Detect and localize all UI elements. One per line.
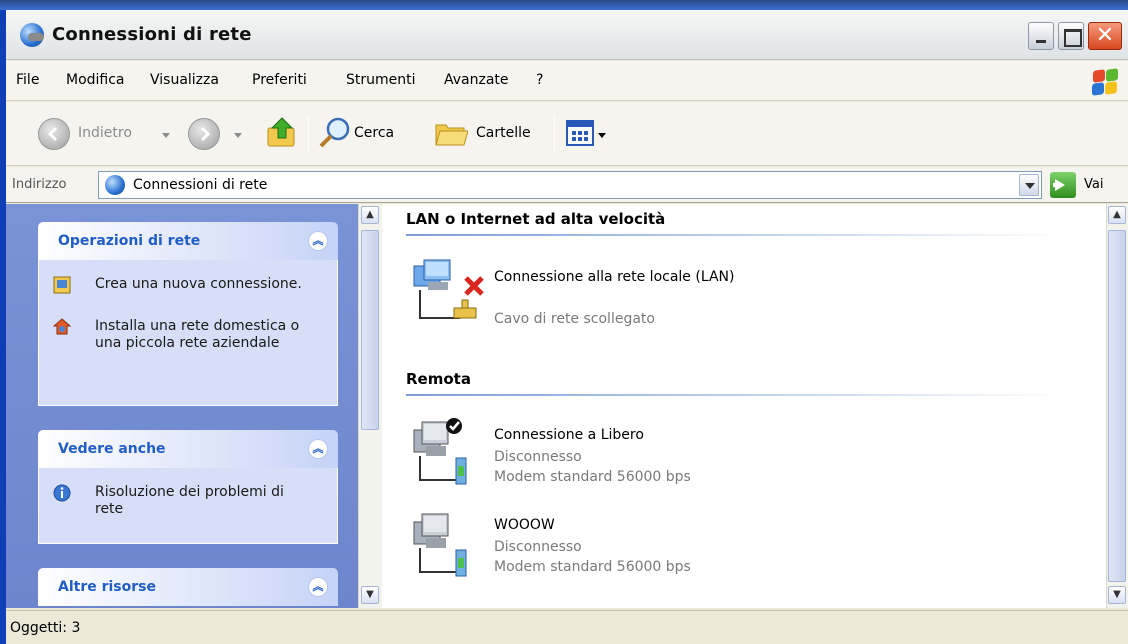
network-connections-icon bbox=[105, 175, 125, 195]
connection-device: Modem standard 56000 bps bbox=[494, 559, 691, 575]
close-icon: ✕ bbox=[1095, 23, 1115, 48]
connection-status: Disconnesso bbox=[494, 449, 582, 465]
group-header-remote: Remota bbox=[406, 370, 471, 388]
lan-disconnected-icon bbox=[413, 259, 484, 319]
search-icon[interactable] bbox=[318, 116, 352, 150]
task-create-connection[interactable]: Crea una nuova connessione. bbox=[95, 276, 325, 293]
scroll-thumb[interactable] bbox=[1108, 230, 1126, 582]
connection-status: Cavo di rete scollegato bbox=[494, 311, 655, 327]
menu-file[interactable]: File bbox=[16, 72, 39, 88]
panel-network-tasks: Operazioni di rete ︽ Crea una nuova conn… bbox=[38, 222, 338, 406]
views-dropdown-icon[interactable] bbox=[598, 133, 606, 138]
folders-button[interactable]: Cartelle bbox=[476, 125, 531, 141]
menu-preferiti[interactable]: Preferiti bbox=[252, 72, 307, 88]
connection-name: Connessione a Libero bbox=[494, 427, 644, 443]
status-text: Oggetti: 3 bbox=[10, 620, 81, 636]
toolbar-separator bbox=[308, 116, 309, 152]
scroll-down-icon[interactable]: ▼ bbox=[1108, 586, 1126, 604]
connection-name: WOOOW bbox=[494, 517, 555, 533]
home-network-icon bbox=[53, 318, 71, 335]
content-scrollbar[interactable]: ▲ ▼ bbox=[1106, 204, 1128, 608]
group-header-lan: LAN o Internet ad alta velocità bbox=[406, 210, 666, 228]
menu-bar: File Modifica Visualizza Preferiti Strum… bbox=[6, 61, 1128, 101]
title-bar[interactable]: Connessioni di rete ✕ bbox=[6, 10, 1128, 60]
menu-avanzate[interactable]: Avanzate bbox=[444, 72, 509, 88]
scroll-down-icon[interactable]: ▼ bbox=[361, 586, 379, 604]
back-label[interactable]: Indietro bbox=[78, 125, 132, 141]
up-folder-button[interactable] bbox=[264, 114, 300, 150]
toolbar-separator bbox=[554, 116, 555, 152]
task-troubleshoot[interactable]: Risoluzione dei problemi di rete bbox=[95, 484, 315, 518]
forward-button[interactable] bbox=[188, 118, 220, 150]
panel-body: Crea una nuova connessione. Installa una… bbox=[38, 260, 338, 406]
panel-header[interactable]: Vedere anche ︽ bbox=[38, 430, 338, 468]
panel-body: Risoluzione dei problemi di rete bbox=[38, 468, 338, 544]
task-install-home-network[interactable]: Installa una rete domestica o una piccol… bbox=[95, 318, 325, 352]
forward-dropdown-icon[interactable] bbox=[234, 133, 242, 138]
menu-visualizza[interactable]: Visualizza bbox=[150, 72, 219, 88]
panel-header[interactable]: Operazioni di rete ︽ bbox=[38, 222, 338, 260]
connection-name: Connessione alla rete locale (LAN) bbox=[494, 269, 735, 285]
search-button[interactable]: Cerca bbox=[354, 125, 394, 141]
toolbar: Indietro Cerca Cartelle bbox=[6, 102, 1128, 166]
menu-strumenti[interactable]: Strumenti bbox=[346, 72, 416, 88]
address-field[interactable]: Connessioni di rete bbox=[98, 171, 1042, 199]
status-bar: Oggetti: 3 bbox=[6, 610, 1128, 644]
address-bar: Indirizzo Connessioni di rete Vai bbox=[6, 167, 1128, 203]
desktop-edge bbox=[0, 0, 1128, 10]
folders-icon[interactable] bbox=[434, 115, 468, 149]
connection-status: Disconnesso bbox=[494, 539, 582, 555]
maximize-button[interactable] bbox=[1058, 22, 1084, 50]
go-button[interactable] bbox=[1050, 172, 1076, 198]
menu-help[interactable]: ? bbox=[536, 72, 543, 88]
scroll-up-icon[interactable]: ▲ bbox=[1108, 206, 1126, 224]
windows-logo-icon bbox=[1092, 68, 1118, 96]
group-divider bbox=[406, 394, 1066, 396]
panel-title: Operazioni di rete bbox=[58, 233, 201, 249]
group-divider bbox=[406, 234, 1066, 236]
address-value: Connessioni di rete bbox=[133, 177, 268, 193]
window-title: Connessioni di rete bbox=[52, 24, 252, 45]
panel-title: Altre risorse bbox=[58, 579, 156, 595]
help-info-icon bbox=[53, 484, 71, 502]
views-icon[interactable] bbox=[566, 120, 594, 146]
back-dropdown-icon[interactable] bbox=[162, 133, 170, 138]
panel-title: Vedere anche bbox=[58, 441, 166, 457]
connections-list: LAN o Internet ad alta velocità Connessi… bbox=[382, 204, 1106, 608]
close-button[interactable]: ✕ bbox=[1088, 22, 1122, 50]
minimize-button[interactable] bbox=[1028, 22, 1054, 50]
arrow-right-icon bbox=[200, 126, 211, 142]
collapse-icon[interactable]: ︽ bbox=[308, 231, 328, 251]
connection-device: Modem standard 56000 bps bbox=[494, 469, 691, 485]
back-button[interactable] bbox=[38, 118, 70, 150]
arrow-left-icon bbox=[47, 126, 58, 142]
dialup-connection-icon bbox=[413, 418, 467, 485]
panel-header[interactable]: Altre risorse ︽ bbox=[38, 568, 338, 606]
menu-modifica[interactable]: Modifica bbox=[66, 72, 125, 88]
dialup-connection-icon bbox=[413, 513, 467, 577]
panel-other-resources: Altre risorse ︽ bbox=[38, 568, 338, 606]
network-connections-icon bbox=[20, 23, 44, 47]
collapse-icon[interactable]: ︽ bbox=[308, 577, 328, 597]
address-label: Indirizzo bbox=[12, 177, 67, 192]
collapse-icon[interactable]: ︽ bbox=[308, 439, 328, 459]
new-connection-icon bbox=[53, 276, 71, 294]
task-pane: Operazioni di rete ︽ Crea una nuova conn… bbox=[6, 204, 358, 608]
task-pane-scrollbar[interactable]: ▲ ▼ bbox=[358, 204, 382, 608]
scroll-up-icon[interactable]: ▲ bbox=[361, 206, 379, 224]
scroll-thumb[interactable] bbox=[361, 230, 379, 430]
panel-see-also: Vedere anche ︽ Risoluzione dei problemi … bbox=[38, 430, 338, 544]
go-label[interactable]: Vai bbox=[1084, 177, 1103, 192]
address-dropdown-button[interactable] bbox=[1019, 174, 1039, 196]
